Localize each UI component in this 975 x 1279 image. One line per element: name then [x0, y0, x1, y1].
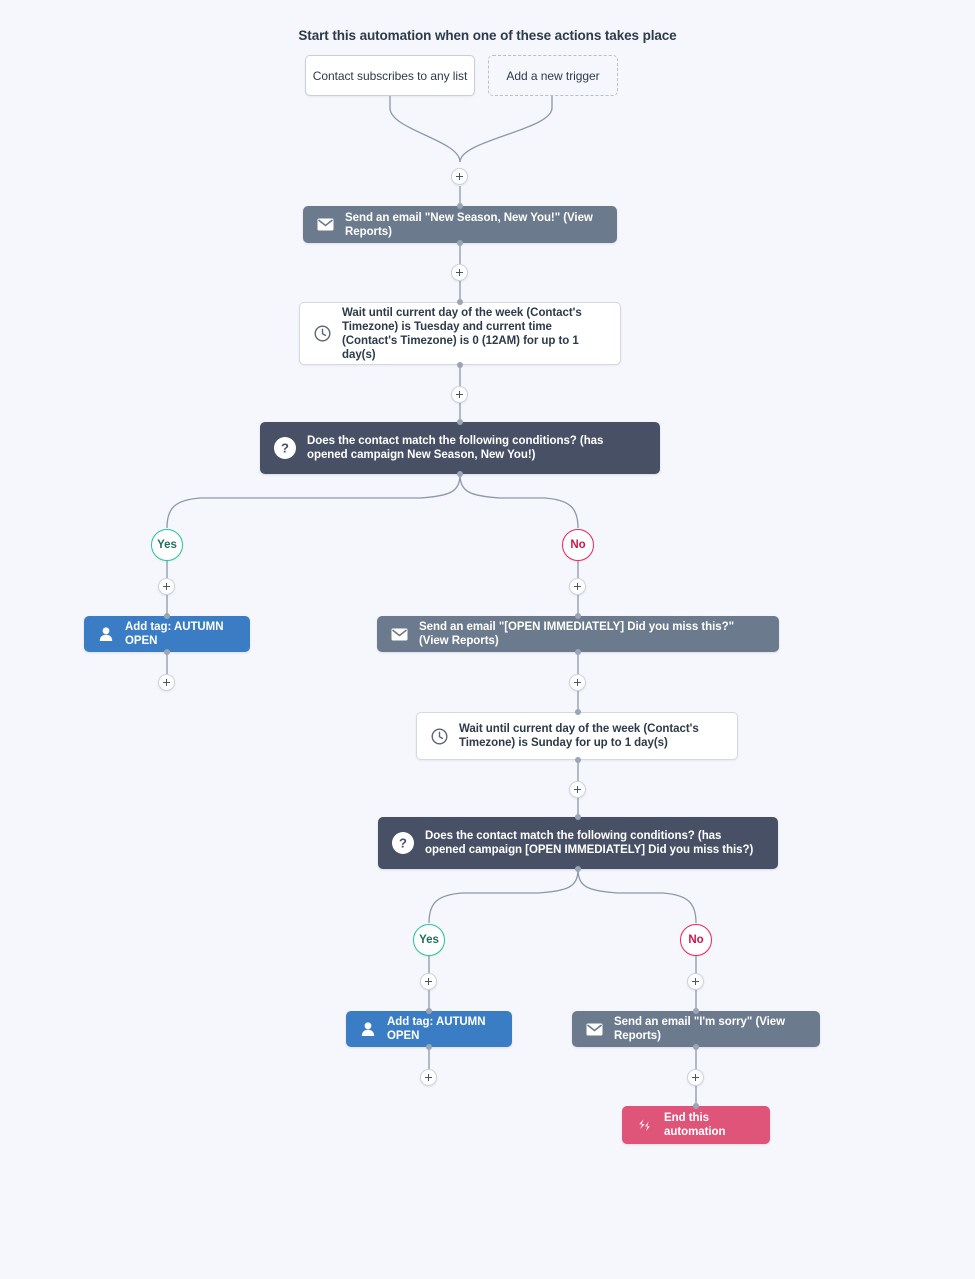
person-icon: [98, 626, 114, 642]
automation-canvas: Start this automation when one of these …: [0, 0, 975, 1279]
node-add-tag-2[interactable]: Add tag: AUTUMN OPEN: [346, 1011, 512, 1047]
node-condition-2-label: Does the contact match the following con…: [425, 830, 754, 856]
connector-dot: [575, 866, 581, 872]
end-automation-icon: [636, 1118, 653, 1133]
connector-dot: [457, 471, 463, 477]
node-condition-1-label: Does the contact match the following con…: [307, 435, 604, 461]
add-step-button-4[interactable]: [569, 674, 586, 691]
svg-text:?: ?: [281, 441, 289, 456]
add-step-button-yes-2-end[interactable]: [420, 1069, 437, 1086]
node-send-email-3[interactable]: Send an email "I'm sorry" (View Reports): [572, 1011, 820, 1047]
node-send-email-3-label: Send an email "I'm sorry" (View Reports): [614, 1016, 786, 1042]
trigger-add-new-label: Add a new trigger: [506, 68, 600, 83]
connector-dot: [457, 362, 463, 368]
add-step-button-yes-1[interactable]: [158, 578, 175, 595]
branch-badge-yes-2[interactable]: Yes: [413, 924, 445, 956]
envelope-icon: [391, 628, 408, 641]
branch-badge-yes-1[interactable]: Yes: [151, 529, 183, 561]
node-wait-1[interactable]: Wait until current day of the week (Cont…: [299, 302, 621, 365]
node-condition-2[interactable]: ? Does the contact match the following c…: [378, 817, 778, 869]
node-send-email-2[interactable]: Send an email "[OPEN IMMEDIATELY] Did yo…: [377, 616, 779, 652]
connector-dot: [457, 419, 463, 425]
node-wait-2[interactable]: Wait until current day of the week (Cont…: [416, 712, 738, 760]
connector-dot: [457, 299, 463, 305]
connector-dot: [575, 757, 581, 763]
connector-dot: [575, 814, 581, 820]
question-icon: ?: [274, 437, 296, 459]
connector-dot: [693, 1044, 699, 1050]
node-send-email-1-label: Send an email "New Season, New You!" (Vi…: [345, 211, 593, 238]
add-step-button-3[interactable]: [451, 386, 468, 403]
node-wait-1-label: Wait until current day of the week (Cont…: [342, 306, 582, 361]
add-step-button-2[interactable]: [451, 264, 468, 281]
connector-dot: [164, 613, 170, 619]
branch-badge-yes-1-label: Yes: [157, 539, 177, 551]
envelope-icon: [586, 1023, 603, 1036]
trigger-contact-subscribes[interactable]: Contact subscribes to any list: [305, 55, 475, 96]
connector-dot: [426, 1008, 432, 1014]
connector-dot: [426, 1044, 432, 1050]
branch-badge-yes-2-label: Yes: [419, 934, 439, 946]
node-condition-1[interactable]: ? Does the contact match the following c…: [260, 422, 660, 474]
add-step-button-no-1[interactable]: [569, 578, 586, 595]
add-step-button-6[interactable]: [687, 1069, 704, 1086]
connector-dot: [575, 649, 581, 655]
node-add-tag-2-label: Add tag: AUTUMN OPEN: [387, 1016, 486, 1042]
add-step-button-5[interactable]: [569, 781, 586, 798]
node-send-email-2-label: Send an email "[OPEN IMMEDIATELY] Did yo…: [419, 621, 734, 647]
trigger-add-new[interactable]: Add a new trigger: [488, 55, 618, 96]
add-step-button-no-2[interactable]: [687, 973, 704, 990]
envelope-icon: [317, 218, 334, 231]
branch-badge-no-1-label: No: [570, 539, 586, 551]
clock-icon: [431, 727, 448, 745]
add-step-button-yes-1-end[interactable]: [158, 674, 175, 691]
connector-dot: [693, 1103, 699, 1109]
trigger-contact-subscribes-label: Contact subscribes to any list: [312, 68, 468, 83]
node-wait-2-label: Wait until current day of the week (Cont…: [459, 723, 699, 749]
connector-dot: [693, 1008, 699, 1014]
connector-dot: [457, 240, 463, 246]
node-end-automation-label: End this automation: [664, 1112, 726, 1138]
page-title: Start this automation when one of these …: [298, 28, 677, 43]
node-add-tag-1[interactable]: Add tag: AUTUMN OPEN: [84, 616, 250, 652]
branch-badge-no-2-label: No: [688, 934, 704, 946]
add-step-button-yes-2[interactable]: [420, 973, 437, 990]
connector-dot: [575, 613, 581, 619]
add-step-button-1[interactable]: [451, 168, 468, 185]
connector-dot: [575, 709, 581, 715]
clock-icon: [314, 325, 331, 342]
node-end-automation[interactable]: End this automation: [622, 1106, 770, 1144]
connector-dot: [457, 203, 463, 209]
person-icon: [360, 1021, 376, 1037]
branch-badge-no-2[interactable]: No: [680, 924, 712, 956]
node-send-email-1[interactable]: Send an email "New Season, New You!" (Vi…: [303, 206, 617, 243]
connector-dot: [164, 649, 170, 655]
branch-badge-no-1[interactable]: No: [562, 529, 594, 561]
question-icon: ?: [392, 832, 414, 854]
node-add-tag-1-label: Add tag: AUTUMN OPEN: [125, 621, 224, 647]
svg-text:?: ?: [399, 836, 407, 851]
